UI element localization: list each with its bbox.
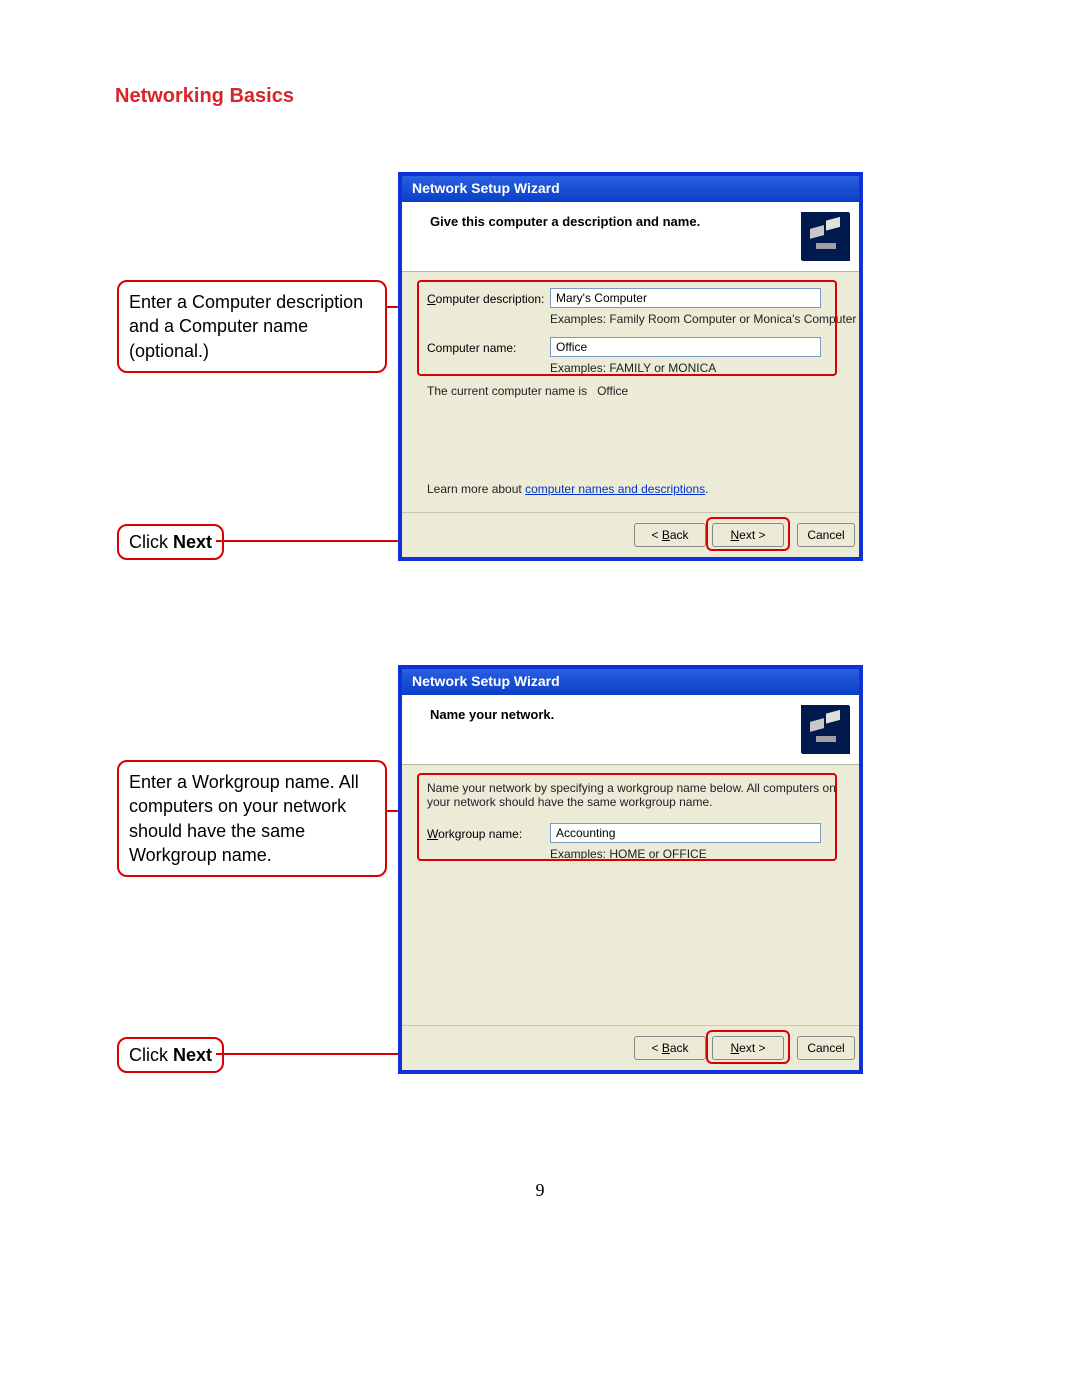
computer-name-input[interactable] <box>550 337 821 357</box>
current-name-text: The current computer name is Office <box>427 384 628 398</box>
computer-description-input[interactable] <box>550 288 821 308</box>
wizard-header: Give this computer a description and nam… <box>402 202 859 272</box>
callout-click-next-2: Click Next <box>117 1037 224 1073</box>
network-icon <box>801 212 849 260</box>
cancel-button[interactable]: Cancel <box>797 1036 855 1060</box>
cancel-button[interactable]: Cancel <box>797 523 855 547</box>
next-button[interactable]: Next > <box>712 523 784 547</box>
learn-more-text: Learn more about computer names and desc… <box>427 482 709 496</box>
wizard-header-text: Name your network. <box>430 707 554 722</box>
workgroup-example: Examples: HOME or OFFICE <box>550 847 707 861</box>
wizard-button-bar: < Back Next > Cancel <box>402 512 859 557</box>
description-example: Examples: Family Room Computer or Monica… <box>550 312 856 326</box>
workgroup-intro: Name your network by specifying a workgr… <box>427 781 837 809</box>
workgroup-name-label: Workgroup name: <box>427 827 522 841</box>
computer-name-label: Computer name: <box>427 341 516 355</box>
callout-enter-description: Enter a Computer description and a Compu… <box>117 280 387 373</box>
page-title: Networking Basics <box>115 85 294 108</box>
next-button[interactable]: Next > <box>712 1036 784 1060</box>
back-button[interactable]: < Back <box>634 1036 706 1060</box>
wizard-header-text: Give this computer a description and nam… <box>430 214 700 229</box>
wizard-titlebar: Network Setup Wizard <box>402 669 859 695</box>
callout-text: Click <box>129 1045 173 1065</box>
computer-description-label: Computer description: <box>427 292 544 306</box>
wizard-header: Name your network. <box>402 695 859 765</box>
learn-more-link[interactable]: computer names and descriptions <box>525 482 705 496</box>
page-number: 9 <box>0 1180 1080 1201</box>
callout-text: Click <box>129 532 173 552</box>
wizard-dialog-2: Network Setup Wizard Name your network. … <box>398 665 863 1074</box>
callout-enter-workgroup: Enter a Workgroup name. All computers on… <box>117 760 387 877</box>
wizard-titlebar: Network Setup Wizard <box>402 176 859 202</box>
workgroup-name-input[interactable] <box>550 823 821 843</box>
name-example: Examples: FAMILY or MONICA <box>550 361 716 375</box>
back-button[interactable]: < Back <box>634 523 706 547</box>
callout-bold: Next <box>173 532 212 552</box>
callout-bold: Next <box>173 1045 212 1065</box>
wizard-body: Computer description: Examples: Family R… <box>402 272 859 512</box>
wizard-body: Name your network by specifying a workgr… <box>402 765 859 1025</box>
wizard-dialog-1: Network Setup Wizard Give this computer … <box>398 172 863 561</box>
wizard-button-bar: < Back Next > Cancel <box>402 1025 859 1070</box>
network-icon <box>801 705 849 753</box>
callout-click-next-1: Click Next <box>117 524 224 560</box>
